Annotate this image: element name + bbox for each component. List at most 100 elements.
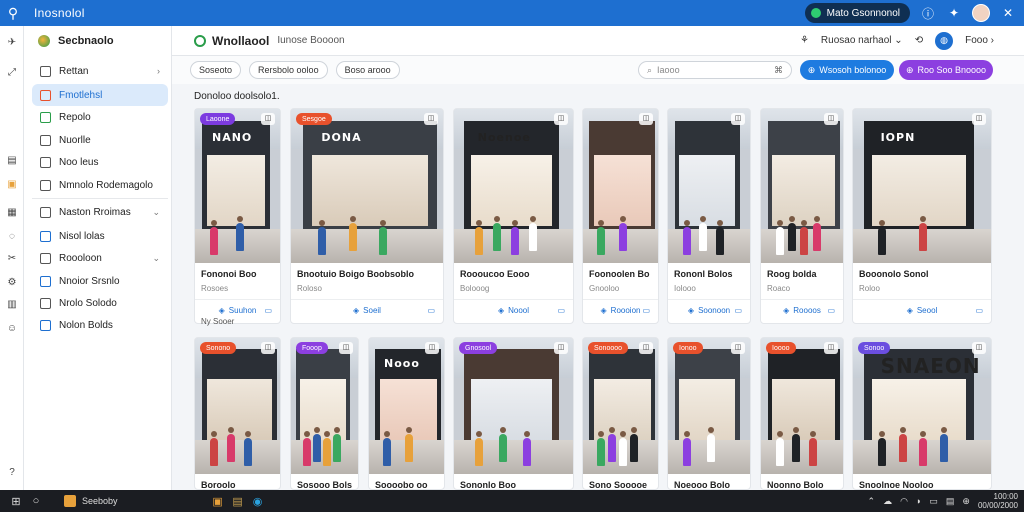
chevron-up-icon[interactable]: ⌃ [868, 496, 876, 507]
card-share-icon[interactable]: ▭ [427, 306, 435, 315]
bookmark-icon[interactable]: ◫ [424, 113, 438, 125]
sidebar-item-7[interactable]: Nisol lolas [32, 225, 168, 247]
sidebar-item-0[interactable]: Rettan › [32, 60, 168, 82]
sidebar-item-5[interactable]: Nmnolo Rodemagolo [32, 174, 168, 196]
sidebar-item-2[interactable]: Repolo [32, 106, 168, 128]
filter-chip-1[interactable]: Rersbolo ooloo [249, 61, 328, 79]
store-photo[interactable]: Ionoo ◫ [668, 338, 750, 474]
store-card[interactable]: Ionoo ◫ Noeooo Bolo [667, 337, 751, 490]
account-menu[interactable]: Fooo › [965, 35, 994, 46]
bookmark-icon[interactable]: ◫ [339, 342, 353, 354]
cloud-icon[interactable]: ☁ [883, 496, 892, 507]
bookmark-icon[interactable]: ◫ [639, 113, 653, 125]
sidebar-item-1[interactable]: Fmotlehsl [32, 84, 168, 106]
store-card[interactable]: Fooop ◫ Sosooo Bols [290, 337, 359, 490]
bookmark-icon[interactable]: ◫ [824, 342, 838, 354]
tools-icon[interactable]: ✂ [5, 252, 19, 266]
clock[interactable]: 100:00 00/00/2000 [978, 492, 1018, 510]
store-card[interactable]: Ioooo ◫ Noonno Bolo [760, 337, 844, 490]
language-icon[interactable]: ⊕ [962, 496, 970, 507]
store-photo[interactable]: Noenoe ◫ [454, 109, 573, 263]
card-share-icon[interactable]: ▭ [734, 306, 742, 315]
bookmark-icon[interactable]: ◫ [425, 342, 439, 354]
bookmark-icon[interactable]: ◫ [261, 342, 275, 354]
folder-icon[interactable]: ▣ [5, 178, 19, 192]
settings-icon[interactable]: ⚙ [5, 276, 19, 290]
store-photo[interactable]: SNAEON Sonoo ◫ [853, 338, 991, 474]
card-share-icon[interactable]: ▭ [827, 306, 835, 315]
search-input[interactable]: ⌕ Iaooo ⌘ [638, 61, 792, 79]
store-photo[interactable]: Gnosool ◫ [454, 338, 573, 474]
help-icon[interactable]: ? [5, 466, 19, 480]
store-photo[interactable]: ◫ [583, 109, 658, 263]
bookmark-icon[interactable]: ◫ [554, 113, 568, 125]
sidebar-item-4[interactable]: Noo leus [32, 151, 168, 173]
share-icon[interactable]: ⟲ [915, 35, 923, 46]
chat-icon[interactable]: ◌ [5, 230, 19, 244]
bookmark-icon[interactable]: ◫ [824, 113, 838, 125]
taskbar-app[interactable]: Seeboby [64, 495, 118, 507]
bookmark-icon[interactable]: ◫ [972, 342, 986, 354]
sidebar-item-8[interactable]: Roooloon ⌄ [32, 247, 168, 269]
store-photo[interactable]: ◫ [761, 109, 843, 263]
store-card[interactable]: DONA Sesgoe ◫ Bnootuio Boigo Boobsoblo Rolos… [290, 108, 444, 324]
search-icon[interactable]: ○ [26, 495, 46, 507]
store-photo[interactable]: Sonoooo ◫ [583, 338, 658, 474]
store-card[interactable]: Nooo ◫ Soooobo oo [368, 337, 445, 490]
store-card[interactable]: ◫ Rononl Bolos Iolooo ◈ Soonoon ▭ [667, 108, 751, 324]
card-share-icon[interactable]: ▭ [557, 306, 565, 315]
store-card[interactable]: Noenoe ◫ Roooucoo Eooo Bolooog ◈ Noool ▭ [453, 108, 574, 324]
filter-chip-0[interactable]: Soseoto [190, 61, 242, 79]
store-card[interactable]: Sonoooo ◫ Sono Sooooe [582, 337, 659, 490]
store-photo[interactable]: Fooop ◫ [291, 338, 358, 474]
primary-action-button[interactable]: ⊕ Wsosoh bolonoo [800, 60, 894, 80]
folder-icon[interactable]: ▣ [208, 495, 228, 508]
battery-icon[interactable]: ▭ [929, 496, 938, 507]
bookmark-icon[interactable]: ◫ [639, 342, 653, 354]
network-icon[interactable]: ▤ [946, 496, 955, 507]
store-photo[interactable]: Nooo ◫ [369, 338, 444, 474]
bookmark-icon[interactable]: ◫ [554, 342, 568, 354]
bookmark-icon[interactable]: ◫ [972, 113, 986, 125]
store-card[interactable]: Sonono ◫ Boroolo [194, 337, 281, 490]
account-pill[interactable]: Mato Gsonnonol [804, 3, 910, 23]
store-card[interactable]: NANO Laoone ◫ Fononoi Boo Rosoes ◈ Suuhon ▭ Ny S… [194, 108, 281, 326]
sidebar-item-9[interactable]: Nnoior Srsnlo [32, 270, 168, 292]
account-icon[interactable]: ◍ [935, 31, 954, 50]
sidebar-item-11[interactable]: Nolon Bolds [32, 314, 168, 336]
store-photo[interactable]: Ioooo ◫ [761, 338, 843, 474]
browser-icon[interactable]: ◉ [248, 495, 268, 508]
store-card[interactable]: ◫ Foonoolen Bo Gnooloo ◈ Roooion ▭ [582, 108, 659, 324]
store-card[interactable]: SNAEON Sonoo ◫ Snoolnoe Nooloo [852, 337, 992, 490]
sidebar-item-3[interactable]: Nuorlle [32, 129, 168, 151]
store-photo[interactable]: Sonono ◫ [195, 338, 280, 474]
store-card[interactable]: Gnosool ◫ Sononlo Boo [453, 337, 574, 490]
card-share-icon[interactable]: ▭ [975, 306, 983, 315]
wifi-icon[interactable]: ◠ [900, 496, 908, 507]
card-action-button[interactable]: ◈ Soeil [291, 306, 443, 315]
store-card[interactable]: ◫ Roog bolda Roaco ◈ Roooos ▭ [760, 108, 844, 324]
filter-chip-2[interactable]: Boso arooo [335, 61, 400, 79]
store-photo[interactable]: NANO Laoone ◫ [195, 109, 280, 263]
store-icon[interactable]: ▤ [228, 495, 248, 508]
start-icon[interactable]: ⊞ [6, 495, 26, 508]
card-share-icon[interactable]: ▭ [642, 306, 650, 315]
store-photo[interactable]: DONA Sesgoe ◫ [291, 109, 443, 263]
expand-icon[interactable]: ⤢ [5, 66, 19, 80]
bookmark-icon[interactable]: ◫ [731, 342, 745, 354]
notification-icon[interactable]: ✦ [946, 6, 962, 20]
clipboard-icon[interactable]: ▥ [5, 298, 19, 312]
store-photo[interactable]: IOPN ◫ [853, 109, 991, 263]
card-action-button[interactable]: ◈ Noool [454, 306, 573, 315]
bookmark-icon[interactable]: ◫ [261, 113, 275, 125]
store-photo[interactable]: ◫ [668, 109, 750, 263]
smile-icon[interactable]: ☺ [5, 322, 19, 336]
close-icon[interactable]: ✕ [1000, 6, 1016, 20]
user-select[interactable]: Ruosao narhaol ⌄ [821, 35, 903, 46]
bookmark-icon[interactable]: ◫ [731, 113, 745, 125]
card-action-button[interactable]: ◈ Seool [853, 306, 991, 315]
document-icon[interactable]: ▤ [5, 154, 19, 168]
speaker-icon[interactable]: ◗ [916, 496, 921, 506]
secondary-action-button[interactable]: ⊕ Roo Soo Bnoooo [899, 60, 993, 80]
pin-icon[interactable]: ✈ [5, 36, 19, 50]
